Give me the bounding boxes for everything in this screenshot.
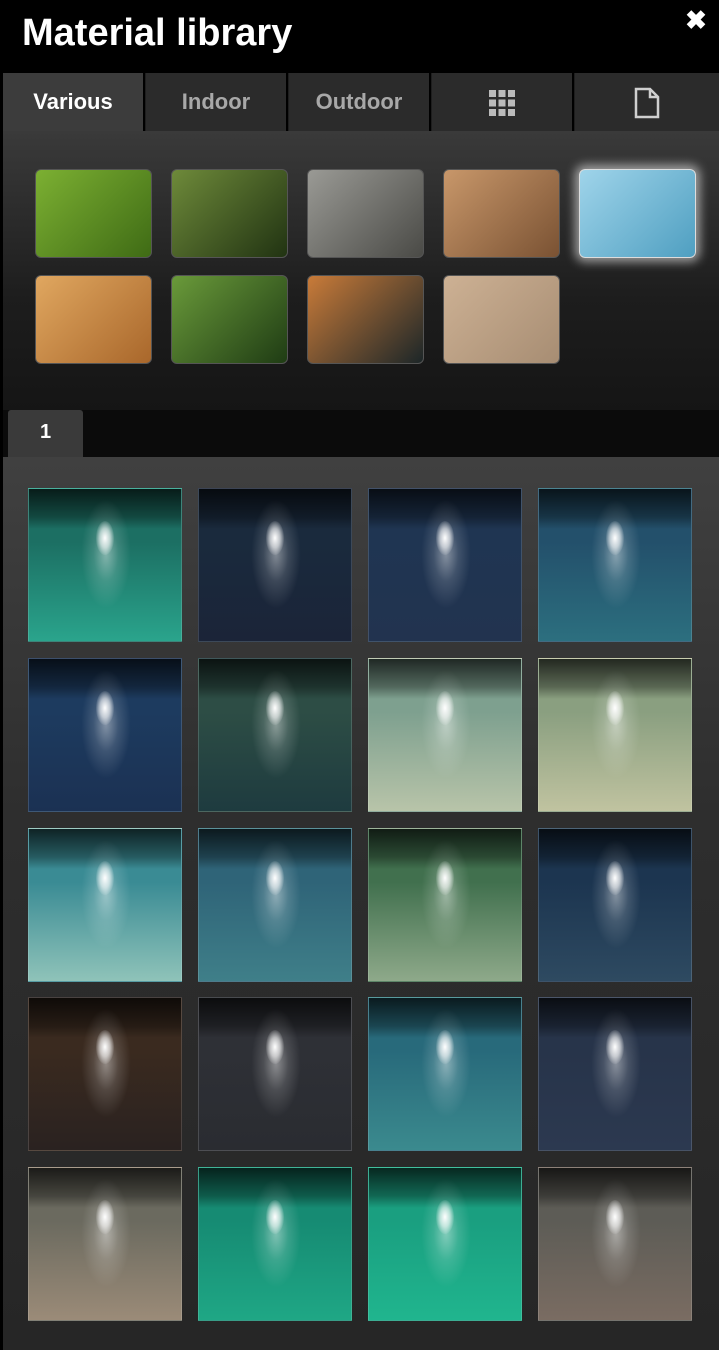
sand-material-swatch[interactable] [443,275,560,364]
document-icon [634,87,660,119]
water-material-thumbnail[interactable] [28,488,182,642]
title-bar: Material library ✖ [0,0,719,73]
bamboo-leaves-material-swatch[interactable] [171,169,288,258]
water-material-grid [3,457,719,1350]
close-icon[interactable]: ✖ [684,7,708,33]
tab-bar: Various Indoor Outdoor [3,73,719,131]
material-category-panel [3,131,719,410]
window-title: Material library [22,12,293,54]
gravel-material-swatch[interactable] [443,169,560,258]
water-material-thumbnail[interactable] [198,488,352,642]
grid-icon [489,90,515,117]
water-material-thumbnail[interactable] [538,997,692,1151]
tab-document[interactable] [575,73,719,131]
wood-rings-material-swatch[interactable] [35,275,152,364]
water-material-thumbnail[interactable] [538,828,692,982]
tab-indoor[interactable]: Indoor [146,73,288,131]
water-material-thumbnail[interactable] [28,658,182,812]
water-material-thumbnail[interactable] [368,488,522,642]
water-material-thumbnail[interactable] [368,1167,522,1321]
water-material-thumbnail[interactable] [368,828,522,982]
stone-wall-material-swatch[interactable] [307,169,424,258]
tab-outdoor[interactable]: Outdoor [289,73,431,131]
water-material-thumbnail[interactable] [198,658,352,812]
copper-sculpture-material-swatch[interactable] [307,275,424,364]
page-tab-bar: 1 [3,410,719,457]
water-material-thumbnail[interactable] [538,488,692,642]
water-material-thumbnail[interactable] [28,997,182,1151]
green-leaves-material-swatch[interactable] [171,275,288,364]
water-material-thumbnail[interactable] [538,1167,692,1321]
water-material-thumbnail[interactable] [368,997,522,1151]
water-material-thumbnail[interactable] [198,828,352,982]
water-material-thumbnail[interactable] [368,658,522,812]
water-material-thumbnail[interactable] [198,1167,352,1321]
water-material-swatch[interactable] [579,169,696,258]
page-tab-1[interactable]: 1 [8,410,83,457]
water-material-thumbnail[interactable] [198,997,352,1151]
water-material-thumbnail[interactable] [538,658,692,812]
tab-grid-view[interactable] [432,73,574,131]
grass-material-swatch[interactable] [35,169,152,258]
tab-various[interactable]: Various [3,73,145,131]
water-material-thumbnail[interactable] [28,828,182,982]
water-material-thumbnail[interactable] [28,1167,182,1321]
